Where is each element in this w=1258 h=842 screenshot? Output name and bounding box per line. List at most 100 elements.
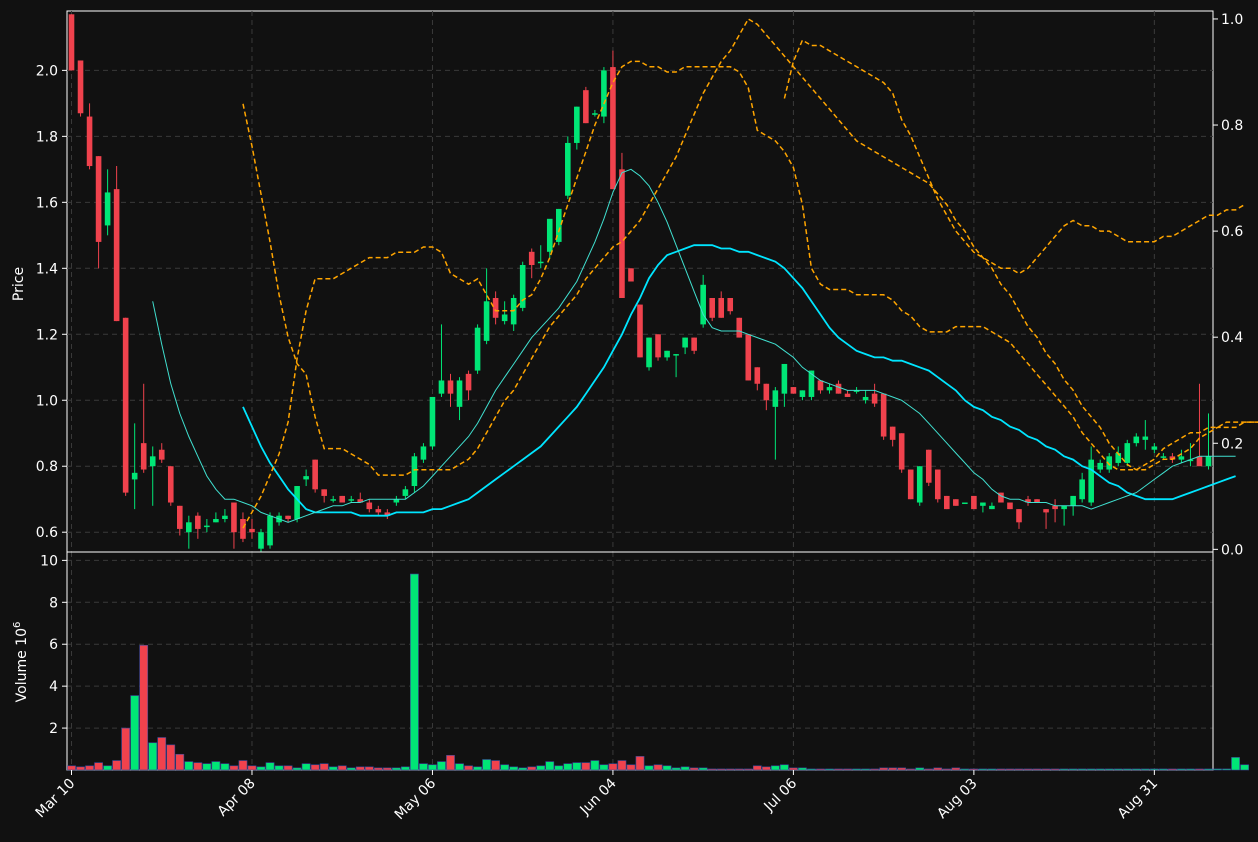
volume-bar-88 [861, 768, 870, 771]
price-tick-label-0: 0.6 [36, 525, 58, 541]
volume-bar-27 [310, 764, 320, 771]
candle-body-26 [303, 476, 309, 480]
volume-bar-10 [157, 737, 167, 771]
candle-body-85 [835, 383, 842, 394]
candle-body-44 [465, 373, 472, 391]
candle-body-89 [871, 393, 878, 404]
candle-body-52 [537, 261, 544, 264]
candle-body-109 [1052, 505, 1058, 510]
volume-bar-72 [716, 768, 726, 771]
candle-body-20 [249, 528, 255, 533]
volume-bar-79 [780, 764, 789, 771]
candle-body-51 [528, 251, 535, 266]
candle-body-22 [267, 515, 273, 546]
volume-bar-41 [437, 761, 446, 771]
volume-bar-70 [698, 767, 708, 771]
candle-body-97 [944, 495, 950, 510]
volume-bar-87 [852, 768, 861, 771]
chart: 0.6 0.8 1.0 1.2 1.4 1.6 1.8 2.0 0.0 0.2 0.4 0.6 0.8… [0, 0, 1258, 842]
volume-bar-62 [626, 764, 636, 771]
volume-bar-105 [1014, 768, 1024, 771]
candle-body-99 [962, 502, 968, 505]
volume-bar-1 [76, 766, 85, 771]
candle-body-39 [420, 446, 427, 460]
volume-bar-126 [1204, 768, 1213, 771]
volume-bar-25 [292, 767, 302, 771]
volume-bar-84 [825, 768, 834, 771]
volume-bar-101 [978, 768, 988, 771]
candle-body-95 [925, 449, 932, 483]
candle-body-12 [176, 505, 183, 529]
candle-body-79 [781, 363, 788, 394]
volume-tick-label-3: 8 [49, 595, 58, 611]
candle-body-88 [862, 396, 869, 401]
candle-body-21 [258, 532, 264, 549]
volume-bar-128 [1222, 768, 1231, 771]
price-tick-label-5: 1.6 [36, 195, 58, 211]
volume-bar-96 [933, 767, 943, 771]
volume-bar-8 [139, 644, 149, 771]
volume-bar-53 [545, 761, 555, 771]
volume-bar-90 [879, 767, 888, 771]
candle-body-53 [546, 218, 553, 252]
candle-body-94 [916, 466, 923, 503]
volume-bar-75 [743, 768, 753, 771]
volume-bar-2 [85, 765, 94, 771]
volume-bar-111 [1068, 768, 1078, 771]
candle-body-72 [718, 297, 725, 318]
candle-body-80 [790, 387, 797, 394]
volume-bar-119 [1140, 768, 1150, 771]
volume-bar-82 [807, 768, 816, 771]
price-axis-label: Price [11, 267, 27, 301]
volume-axis-exponent: 6 [12, 622, 23, 628]
volume-bar-98 [951, 767, 961, 771]
volume-bar-118 [1131, 768, 1141, 771]
volume-bar-17 [220, 763, 230, 771]
volume-bar-6 [121, 727, 131, 771]
candle-body-71 [709, 297, 715, 318]
volume-bar-58 [590, 760, 600, 771]
candle-body-34 [375, 509, 382, 513]
volume-bar-125 [1195, 768, 1204, 771]
volume-bar-71 [707, 768, 717, 771]
volume-bar-28 [319, 763, 329, 771]
volume-bar-64 [644, 765, 654, 771]
volume-bar-26 [301, 763, 311, 771]
candle-body-5 [113, 189, 120, 322]
volume-bar-120 [1149, 768, 1159, 771]
volume-bar-15 [202, 763, 212, 771]
volume-bar-121 [1159, 768, 1168, 771]
volume-bar-0 [67, 765, 76, 771]
volume-bar-99 [960, 768, 970, 771]
candle-body-29 [330, 499, 336, 501]
candle-body-50 [519, 265, 526, 308]
candle-body-65 [655, 334, 661, 358]
candle-body-18 [231, 502, 237, 533]
volume-bar-51 [527, 766, 537, 771]
volume-bar-63 [635, 756, 645, 771]
volume-bar-130 [1240, 764, 1249, 771]
candle-body-0 [68, 14, 75, 71]
volume-bar-18 [229, 765, 239, 771]
price-tick-label-6: 1.8 [36, 129, 58, 145]
candle-body-81 [799, 390, 806, 397]
candle-body-62 [628, 268, 634, 282]
volume-bar-100 [969, 768, 979, 771]
candle-body-92 [898, 433, 905, 470]
volume-bar-117 [1122, 768, 1132, 771]
secondary-tick-label-5: 1.0 [1221, 12, 1243, 28]
volume-bar-44 [464, 765, 473, 771]
volume-bar-37 [401, 766, 410, 771]
volume-bar-42 [446, 755, 455, 771]
volume-bar-39 [419, 763, 428, 771]
volume-bar-116 [1113, 768, 1123, 771]
volume-bar-9 [148, 742, 158, 771]
candle-body-74 [736, 317, 743, 338]
secondary-tick-label-3: 0.6 [1221, 224, 1243, 240]
volume-bar-78 [770, 765, 780, 771]
volume-bar-43 [455, 763, 464, 771]
candle-body-40 [429, 396, 436, 447]
volume-bar-104 [1005, 768, 1015, 771]
candle-body-111 [1070, 495, 1076, 506]
candle-body-75 [745, 334, 752, 381]
